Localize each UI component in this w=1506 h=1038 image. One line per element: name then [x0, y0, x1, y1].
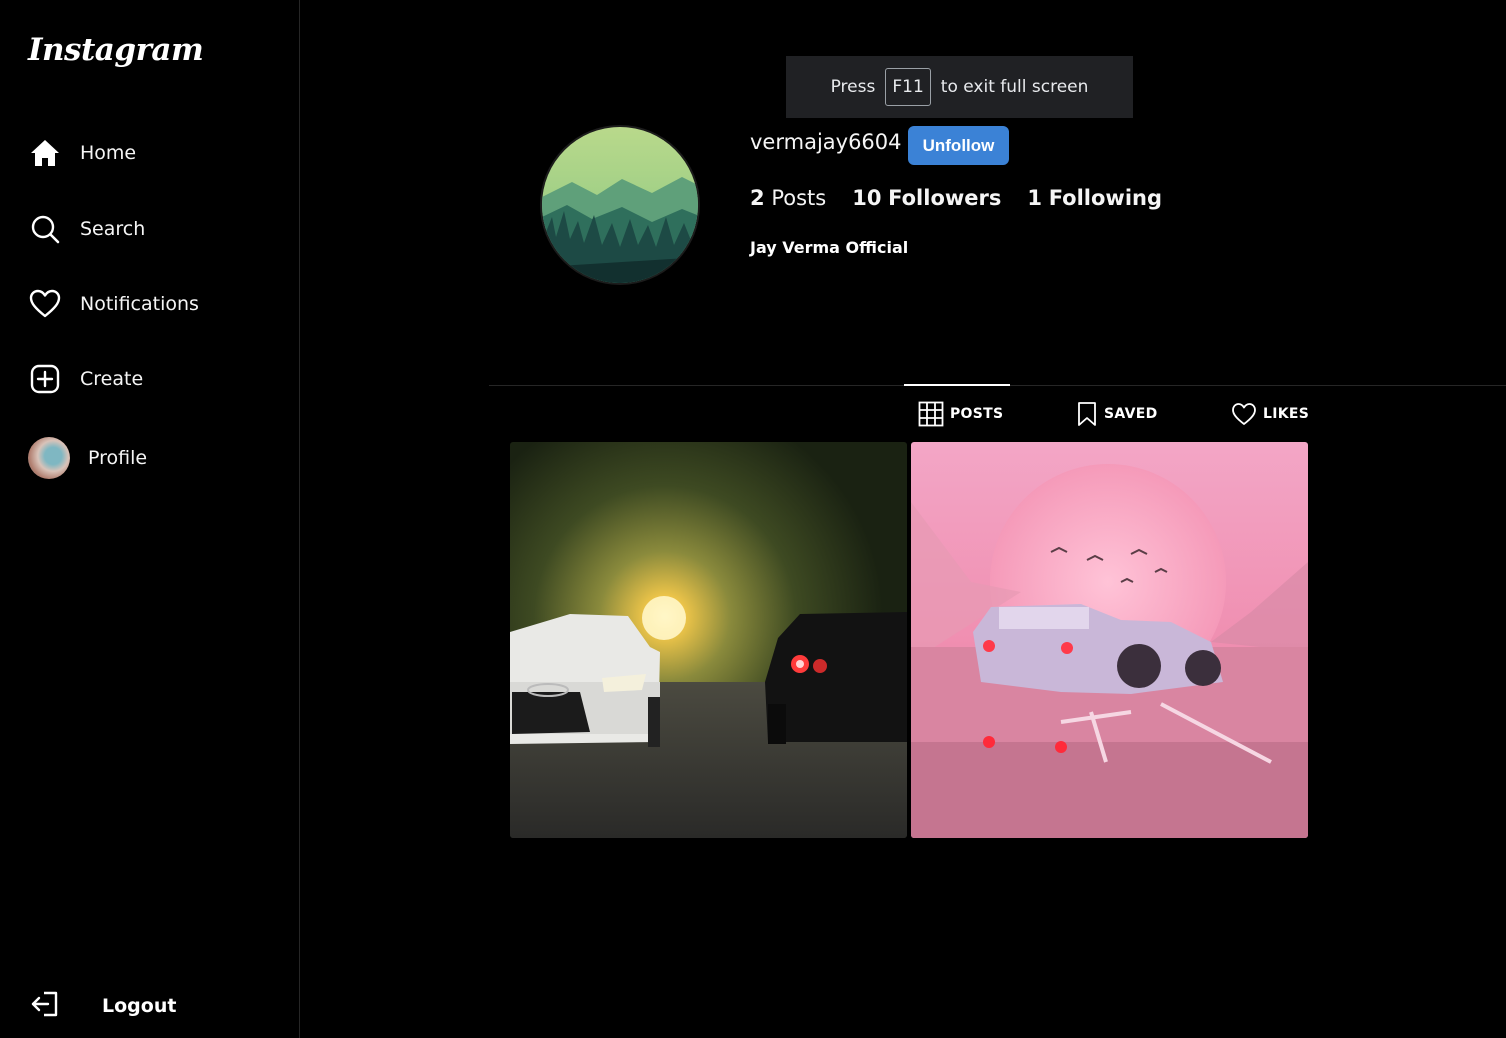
posts-count-label: Posts: [771, 186, 827, 210]
sidebar-item-notifications[interactable]: Notifications: [28, 282, 199, 326]
post-thumbnail[interactable]: [911, 442, 1308, 838]
following-count[interactable]: 1 Following: [1027, 186, 1162, 210]
sidebar-item-search[interactable]: Search: [28, 207, 145, 251]
sidebar-item-create[interactable]: Create: [28, 357, 143, 401]
toast-prefix: Press: [830, 77, 876, 97]
avatar: [28, 437, 70, 479]
sidebar-item-label: Home: [80, 142, 137, 164]
unfollow-button[interactable]: Unfollow: [908, 126, 1009, 165]
followers-count-value: 10: [852, 186, 882, 210]
home-icon: [28, 136, 62, 170]
logout-icon: [30, 990, 60, 1022]
sidebar-item-label: Search: [80, 218, 146, 240]
profile-username: vermajay6604: [750, 130, 902, 154]
bookmark-icon: [1076, 401, 1098, 427]
tab-posts[interactable]: POSTS: [918, 399, 1003, 429]
post-thumbnail[interactable]: [510, 442, 907, 838]
heart-icon: [28, 287, 62, 321]
plus-square-icon: [28, 362, 62, 396]
grid-icon: [918, 401, 944, 427]
sidebar-item-profile[interactable]: Profile: [28, 436, 147, 480]
toast-suffix: to exit full screen: [940, 77, 1089, 97]
profile-stats: 2 Posts 10 Followers 1 Following: [750, 186, 1188, 210]
toast-key: F11: [885, 68, 931, 106]
fullscreen-toast: Press F11 to exit full screen: [786, 56, 1133, 118]
tab-likes[interactable]: LIKES: [1231, 399, 1309, 429]
logout-label: Logout: [102, 995, 177, 1017]
sidebar-item-home[interactable]: Home: [28, 131, 136, 175]
followers-count-label: Followers: [888, 186, 1002, 210]
profile-avatar: [540, 125, 700, 285]
logout-button[interactable]: Logout: [30, 984, 176, 1028]
tab-label: LIKES: [1263, 406, 1310, 422]
posts-count: 2 Posts: [750, 186, 826, 210]
sidebar-item-label: Create: [80, 368, 144, 390]
instagram-logo[interactable]: Instagram: [28, 32, 204, 68]
followers-count[interactable]: 10 Followers: [852, 186, 1001, 210]
tab-label: SAVED: [1104, 406, 1158, 422]
search-icon: [28, 212, 62, 246]
sidebar-item-label: Profile: [88, 447, 148, 469]
post-image: [911, 442, 1308, 838]
following-count-value: 1: [1027, 186, 1042, 210]
profile-full-name: Jay Verma Official: [750, 238, 909, 257]
sidebar-item-label: Notifications: [80, 293, 199, 315]
sidebar: Instagram Home Search Notifications Crea…: [0, 0, 300, 1038]
post-image: [510, 442, 907, 838]
posts-count-value: 2: [750, 186, 765, 210]
heart-icon: [1231, 402, 1257, 426]
tab-saved[interactable]: SAVED: [1076, 399, 1158, 429]
tab-label: POSTS: [950, 406, 1004, 422]
active-tab-indicator: [904, 384, 1010, 386]
following-count-label: Following: [1048, 186, 1163, 210]
